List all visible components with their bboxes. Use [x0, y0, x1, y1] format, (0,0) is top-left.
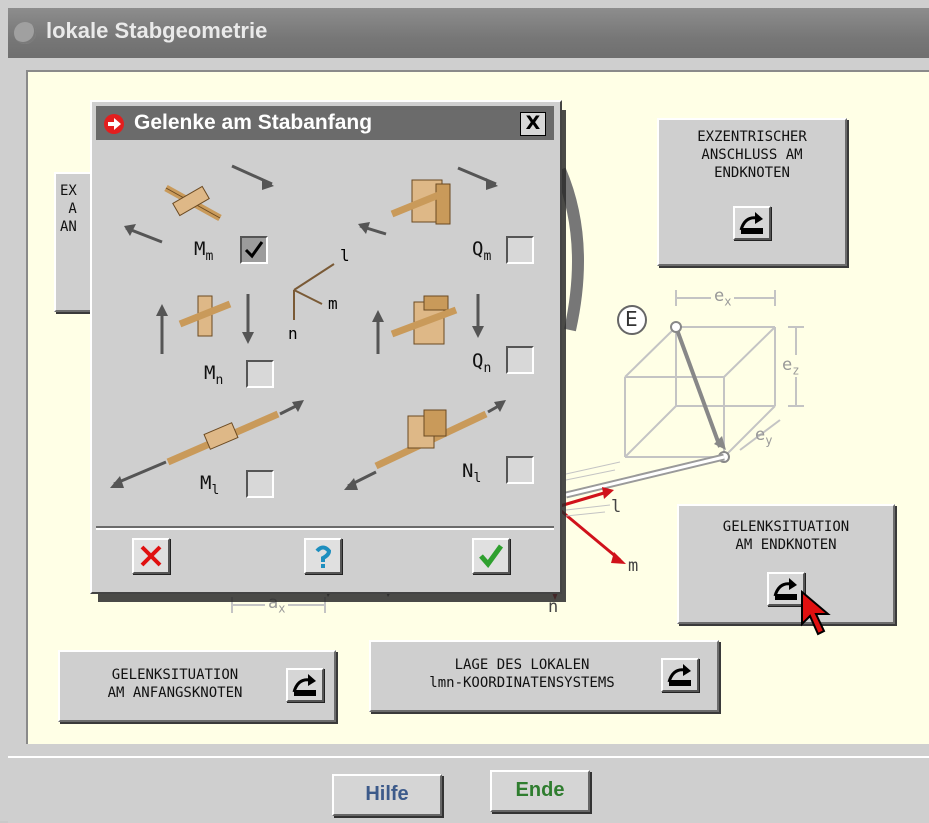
node-label-e: E	[625, 307, 638, 331]
checkbox-nl[interactable]	[506, 456, 534, 484]
cancel-icon	[140, 545, 162, 567]
dialog-title: Gelenke am Stabanfang	[134, 111, 373, 134]
dialog-separator	[96, 526, 554, 530]
normal-l-hinge-icon	[344, 400, 506, 490]
arrow-right-icon	[104, 114, 124, 134]
moment-n-hinge-icon	[156, 294, 254, 354]
ey-label: ey	[755, 425, 773, 448]
shear-n-hinge-icon	[372, 294, 484, 354]
goto-icon[interactable]	[661, 658, 699, 692]
axis-legend-m: m	[328, 294, 338, 313]
axis-m-label: m	[628, 556, 639, 576]
hinge-start-button[interactable]: GELENKSITUATION AM ANFANGSKNOTEN	[58, 650, 336, 722]
checkbox-ml[interactable]	[246, 470, 274, 498]
checkbox-qm[interactable]	[506, 236, 534, 264]
ez-label: ez	[782, 355, 800, 378]
axis-legend-l: l	[340, 246, 350, 265]
dialog-title-bar: Gelenke am Stabanfang X	[96, 106, 554, 140]
help-dialog-button[interactable]	[304, 538, 342, 574]
checkbox-qn[interactable]	[506, 346, 534, 374]
checkbox-label-nl: Nl	[462, 460, 482, 486]
footer-bar	[8, 756, 929, 823]
end-button[interactable]: Ende	[490, 770, 590, 812]
checkbox-label-mn: Mn	[204, 362, 224, 388]
checkbox-mm[interactable]	[240, 236, 268, 264]
checkbox-label-qm: Qm	[472, 238, 492, 264]
dialog-body: l m n Mm Qm Mn Qn Ml Nl	[96, 144, 554, 522]
checkbox-label-qn: Qn	[472, 350, 492, 376]
moment-m-hinge-icon	[124, 164, 274, 244]
eccentric-end-button[interactable]: EXZENTRISCHER ANSCHLUSS AM ENDKNOTEN	[657, 118, 847, 266]
cancel-button[interactable]	[132, 538, 170, 574]
help-button[interactable]: Hilfe	[332, 774, 442, 816]
checkmark-icon	[244, 241, 264, 259]
ok-button[interactable]	[472, 538, 510, 574]
local-coordinate-system-button[interactable]: LAGE DES LOKALEN lmn-KOORDINATENSYSTEMS	[369, 640, 719, 712]
ex-label: ex	[711, 286, 735, 309]
axis-l-label: l	[611, 497, 622, 517]
goto-icon[interactable]	[733, 206, 771, 240]
checkbox-mn[interactable]	[246, 360, 274, 388]
hinge-illustrations	[110, 164, 506, 490]
goto-icon[interactable]	[286, 668, 324, 702]
axis-legend-n: n	[288, 324, 298, 343]
shear-m-hinge-icon	[358, 166, 498, 236]
checkbox-label-mm: Mm	[194, 238, 214, 264]
checkbox-label-ml: Ml	[200, 472, 220, 498]
mouse-cursor-icon	[801, 590, 831, 636]
close-button[interactable]: X	[520, 112, 546, 136]
hinge-dialog: Gelenke am Stabanfang X l m n Mm Qm Mn Q…	[90, 100, 562, 594]
help-icon	[315, 545, 332, 568]
ok-icon	[479, 544, 504, 569]
hinge-end-button[interactable]: GELENKSITUATION AM ENDKNOTEN	[677, 504, 895, 624]
